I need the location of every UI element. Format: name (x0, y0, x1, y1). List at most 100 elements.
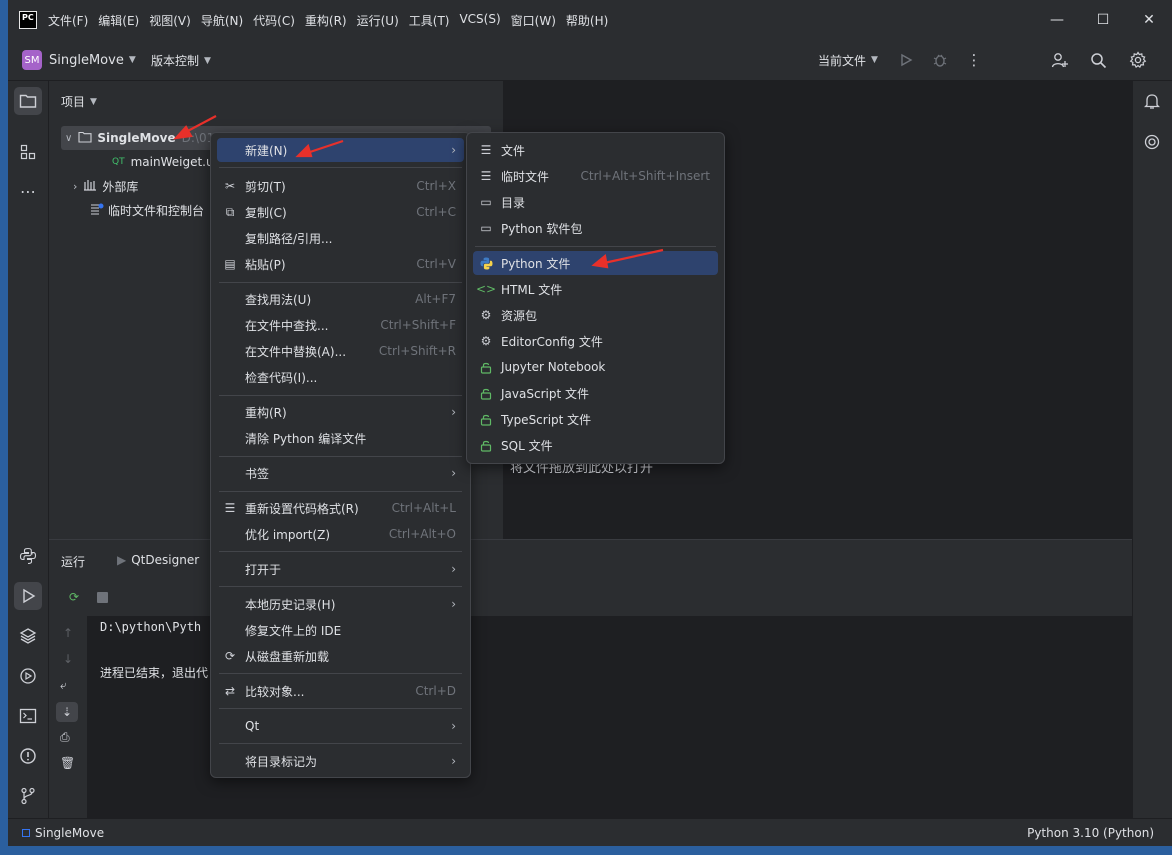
python-console-icon[interactable] (14, 542, 42, 570)
minimize-button[interactable]: — (1034, 0, 1080, 40)
file-type-icon: ▭ (480, 195, 492, 209)
menu-item-shortcut: Ctrl+Shift+F (380, 318, 456, 332)
context-menu-item[interactable]: ⟳ 从磁盘重新加载 (217, 644, 464, 668)
stop-icon[interactable] (97, 592, 108, 603)
scroll-to-end-icon[interactable]: ⇣ (56, 702, 78, 722)
menu-separator (219, 586, 462, 587)
new-submenu-item[interactable]: ⚙ EditorConfig 文件 (473, 329, 718, 353)
notifications-bell-icon[interactable] (1138, 87, 1166, 115)
problems-icon[interactable] (14, 742, 42, 770)
new-submenu-item[interactable]: Python 文件 (473, 251, 718, 275)
new-submenu-item[interactable]: TypeScript 文件 (473, 407, 718, 431)
arrow-down-icon[interactable]: ↓ (63, 652, 73, 666)
services-icon[interactable] (14, 662, 42, 690)
menu-item-icon: ⇄ (224, 684, 236, 698)
context-menu-item[interactable]: ▤ 粘贴(P) Ctrl+V (217, 252, 464, 276)
menu-window[interactable]: 窗口(W) (511, 12, 556, 29)
context-menu-item[interactable]: 本地历史记录(H) › (217, 592, 464, 616)
menu-item-label: 文件 (501, 143, 526, 158)
vcs-selector[interactable]: 版本控制 ▼ (151, 52, 211, 69)
context-menu-item[interactable]: 新建(N) › (217, 138, 464, 162)
tree-item-external-libraries[interactable]: › 外部库 (73, 174, 138, 198)
project-selector[interactable]: SM SingleMove ▼ (22, 50, 136, 70)
new-submenu-item[interactable]: SQL 文件 (473, 433, 718, 457)
context-menu-item[interactable]: ⧉ 复制(C) Ctrl+C (217, 200, 464, 224)
qt-file-icon: QT (112, 157, 125, 167)
run-config-selector[interactable]: 当前文件 ▼ (818, 52, 878, 69)
run-tool-icon[interactable] (14, 582, 42, 610)
more-options-icon[interactable]: ⋮ (964, 50, 984, 70)
add-user-icon[interactable] (1050, 50, 1070, 70)
search-icon[interactable] (1089, 50, 1109, 70)
rerun-icon[interactable]: ⟳ (69, 590, 79, 604)
context-menu-item[interactable]: ✂ 剪切(T) Ctrl+X (217, 174, 464, 198)
menu-separator (475, 246, 716, 247)
layers-icon[interactable] (14, 622, 42, 650)
context-menu-item[interactable]: ☰ 重新设置代码格式(R) Ctrl+Alt+L (217, 496, 464, 520)
new-submenu-item[interactable]: <> HTML 文件 (473, 277, 718, 301)
context-menu-item[interactable]: 检查代码(I)... (217, 365, 464, 389)
terminal-icon[interactable] (14, 702, 42, 730)
arrow-up-icon[interactable]: ↑ (63, 626, 73, 640)
project-panel-header[interactable]: 项目 ▼ (61, 93, 97, 110)
close-button[interactable]: ✕ (1126, 0, 1172, 40)
project-folder-icon[interactable] (14, 87, 42, 115)
debug-icon[interactable] (930, 50, 950, 70)
chevron-expanded-icon[interactable]: ∨ (65, 133, 72, 144)
menu-item-label: 优化 import(Z) (245, 527, 331, 542)
menu-file[interactable]: 文件(F) (48, 12, 88, 29)
context-menu-item[interactable]: Qt › (217, 714, 464, 738)
menu-item-shortcut: Ctrl+D (415, 684, 456, 698)
settings-gear-icon[interactable] (1128, 50, 1148, 70)
new-submenu-item[interactable]: ☰ 临时文件 Ctrl+Alt+Shift+Insert (473, 164, 718, 188)
soft-wrap-icon[interactable]: ⤶ (60, 678, 67, 693)
context-menu-item[interactable]: 将目录标记为 › (217, 749, 464, 773)
chevron-down-icon: ▼ (871, 55, 878, 65)
context-menu-item[interactable]: 查找用法(U) Alt+F7 (217, 287, 464, 311)
git-branch-icon[interactable] (14, 782, 42, 810)
menu-tools[interactable]: 工具(T) (409, 12, 450, 29)
menu-vcs[interactable]: VCS(S) (459, 12, 500, 29)
menu-item-label: 打开于 (245, 562, 282, 577)
context-menu-item[interactable]: 修复文件上的 IDE (217, 618, 464, 642)
context-menu-item[interactable]: ⇄ 比较对象... Ctrl+D (217, 679, 464, 703)
pycharm-logo[interactable]: PC (19, 11, 37, 29)
status-project[interactable]: SingleMove (22, 826, 104, 840)
context-menu-item[interactable]: 打开于 › (217, 557, 464, 581)
maximize-button[interactable]: ☐ (1080, 0, 1126, 40)
new-submenu-item[interactable]: ⚙ 资源包 (473, 303, 718, 327)
tree-item-scratches[interactable]: 临时文件和控制台 (90, 198, 204, 222)
menu-view[interactable]: 视图(V) (149, 12, 191, 29)
chevron-right-icon[interactable]: › (73, 180, 77, 193)
new-submenu-item[interactable]: JavaScript 文件 (473, 381, 718, 405)
more-tools-icon[interactable]: ⋯ (14, 177, 42, 205)
context-menu-item[interactable]: 在文件中替换(A)... Ctrl+Shift+R (217, 339, 464, 363)
context-menu-item[interactable]: 在文件中查找... Ctrl+Shift+F (217, 313, 464, 337)
menu-item-label: 从磁盘重新加载 (245, 649, 330, 664)
trash-icon[interactable]: 🗑 (60, 756, 75, 770)
context-menu-item[interactable]: 重构(R) › (217, 400, 464, 424)
menu-edit[interactable]: 编辑(E) (98, 12, 139, 29)
menu-run[interactable]: 运行(U) (357, 12, 399, 29)
menu-help[interactable]: 帮助(H) (566, 12, 608, 29)
tree-item-ui-file[interactable]: QT mainWeiget.ui (112, 150, 217, 174)
module-icon (22, 828, 30, 837)
context-menu-item[interactable]: 复制路径/引用... (217, 226, 464, 250)
menu-navigate[interactable]: 导航(N) (201, 12, 243, 29)
run-icon[interactable] (896, 50, 916, 70)
status-interpreter[interactable]: Python 3.10 (Python) (1027, 826, 1154, 840)
context-menu-item[interactable]: 清除 Python 编译文件 (217, 426, 464, 450)
menu-refactor[interactable]: 重构(R) (305, 12, 347, 29)
ai-assistant-icon[interactable] (1138, 128, 1166, 156)
new-submenu-item[interactable]: ▭ Python 软件包 (473, 216, 718, 240)
structure-icon[interactable] (14, 138, 42, 166)
run-tab-qtdesigner[interactable]: ▶ QtDesigner (117, 553, 199, 567)
new-submenu-item[interactable]: ☰ 文件 (473, 138, 718, 162)
print-icon[interactable]: ⎙ (60, 730, 70, 745)
menu-code[interactable]: 代码(C) (253, 12, 295, 29)
ide-window: PC 文件(F) 编辑(E) 视图(V) 导航(N) 代码(C) 重构(R) 运… (8, 0, 1172, 846)
context-menu-item[interactable]: 优化 import(Z) Ctrl+Alt+O (217, 522, 464, 546)
new-submenu-item[interactable]: ▭ 目录 (473, 190, 718, 214)
new-submenu-item[interactable]: Jupyter Notebook (473, 355, 718, 379)
context-menu-item[interactable]: 书签 › (217, 461, 464, 485)
